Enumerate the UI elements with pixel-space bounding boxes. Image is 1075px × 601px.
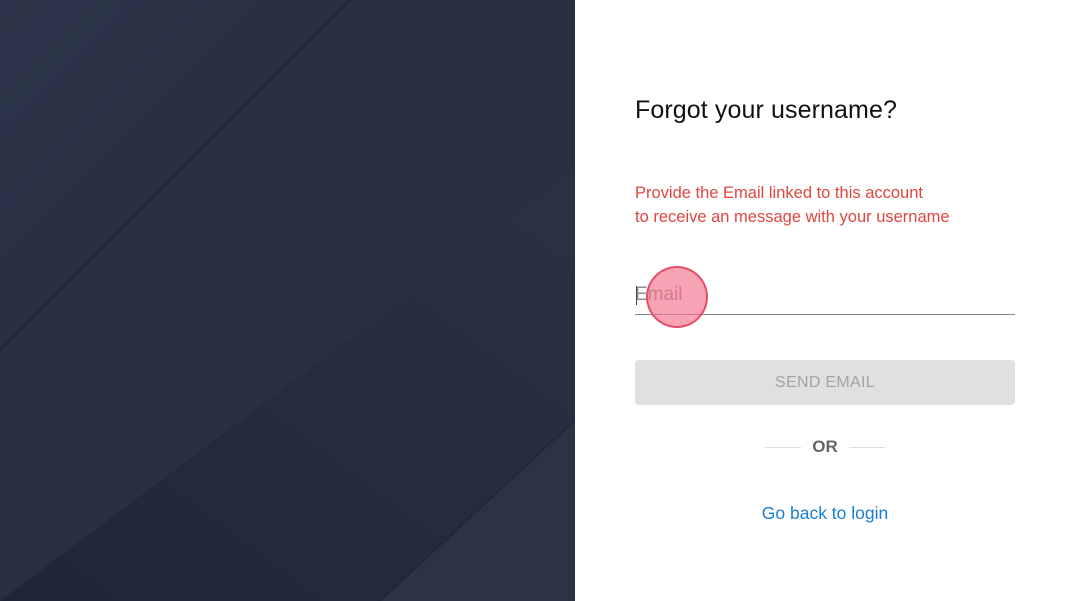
or-divider: OR xyxy=(765,436,885,458)
background-panel xyxy=(0,0,575,601)
back-to-login-link[interactable]: Go back to login xyxy=(725,502,925,524)
instruction-line: Provide the Email linked to this account xyxy=(635,184,923,202)
click-indicator xyxy=(646,266,708,328)
text-cursor xyxy=(636,286,637,305)
send-email-button[interactable]: SEND EMAIL xyxy=(635,360,1015,405)
instruction-text: Provide the Email linked to this account… xyxy=(635,181,1035,229)
page-title: Forgot your username? xyxy=(635,96,897,124)
divider-line-right xyxy=(849,447,885,448)
instruction-line: to receive an message with your username xyxy=(635,208,950,226)
forgot-username-page: Forgot your username? Provide the Email … xyxy=(0,0,1075,601)
background-art xyxy=(0,0,575,601)
